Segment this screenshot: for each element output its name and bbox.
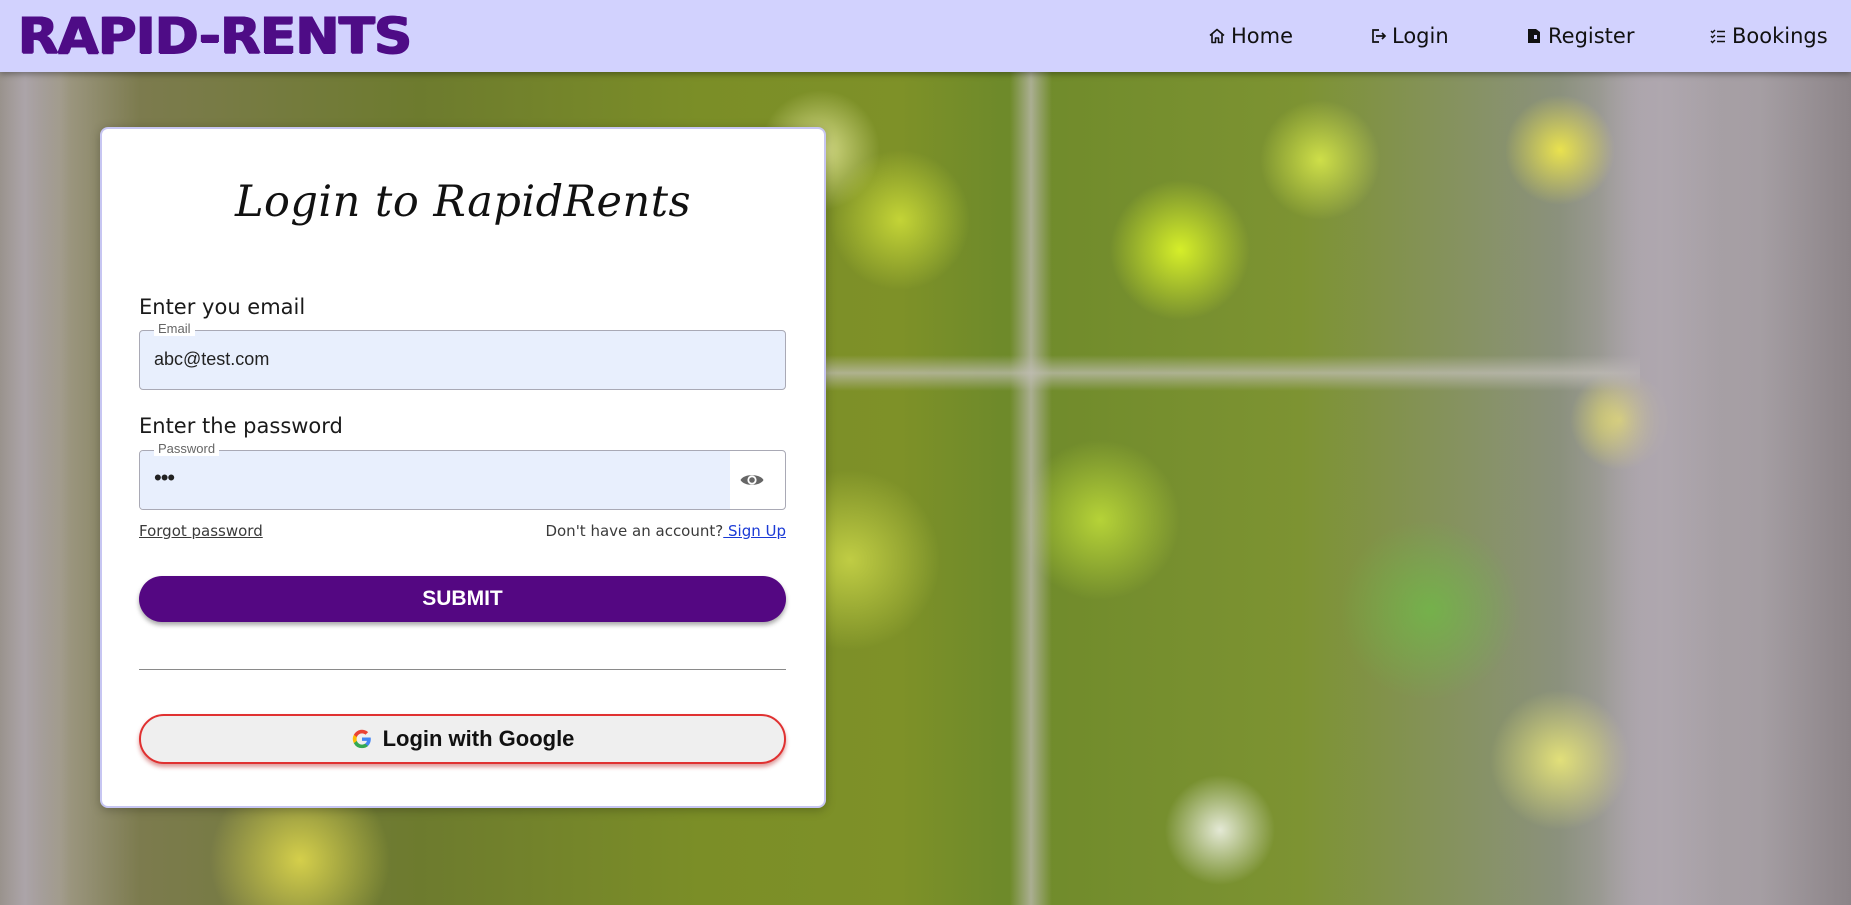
nav-register-label: Register [1548, 24, 1635, 48]
email-legend: Email [154, 322, 195, 336]
sign-up-link[interactable]: Sign Up [723, 522, 786, 540]
forgot-password-link[interactable]: Forgot password [139, 522, 263, 540]
home-icon [1207, 26, 1227, 46]
google-login-button[interactable]: Login with Google [139, 714, 786, 764]
navbar: RAPID-RENTS Home Login Register Bookings [0, 0, 1851, 72]
nav-login-label: Login [1392, 24, 1449, 48]
password-input[interactable]: ••• [154, 465, 175, 491]
left-post [0, 60, 70, 905]
google-login-label: Login with Google [382, 726, 575, 751]
signup-prompt: Don't have an account? Sign Up [545, 522, 786, 540]
google-icon [351, 728, 373, 750]
register-icon [1524, 26, 1544, 46]
email-label: Enter you email [139, 295, 306, 319]
eye-icon[interactable] [739, 468, 765, 492]
password-fill [140, 451, 730, 509]
auth-links-row: Forgot password Don't have an account? S… [139, 522, 786, 544]
bookings-list-icon [1708, 26, 1728, 46]
window-frame-vertical [1010, 60, 1052, 905]
nav-home-label: Home [1231, 24, 1294, 48]
nav-bookings[interactable]: Bookings [1708, 22, 1828, 50]
email-field[interactable]: Email abc@test.com [139, 322, 786, 390]
window-post [1600, 60, 1720, 905]
email-input[interactable]: abc@test.com [154, 349, 674, 370]
login-card: Login to RapidRents Enter you email Emai… [100, 127, 826, 808]
nav-home[interactable]: Home [1207, 22, 1293, 50]
submit-button[interactable]: SUBMIT [139, 576, 786, 622]
divider [139, 669, 786, 670]
password-field[interactable]: Password ••• [139, 442, 786, 510]
nav-login[interactable]: Login [1368, 22, 1449, 50]
password-label: Enter the password [139, 414, 343, 438]
password-legend: Password [154, 442, 220, 456]
login-title: Login to RapidRents [234, 177, 692, 227]
brand-logo[interactable]: RAPID-RENTS [18, 8, 412, 64]
nav-bookings-label: Bookings [1732, 24, 1828, 48]
nav-register[interactable]: Register [1524, 22, 1634, 50]
login-icon [1368, 26, 1388, 46]
no-account-text: Don't have an account? [545, 522, 724, 540]
window-frame-horizontal [820, 355, 1640, 391]
